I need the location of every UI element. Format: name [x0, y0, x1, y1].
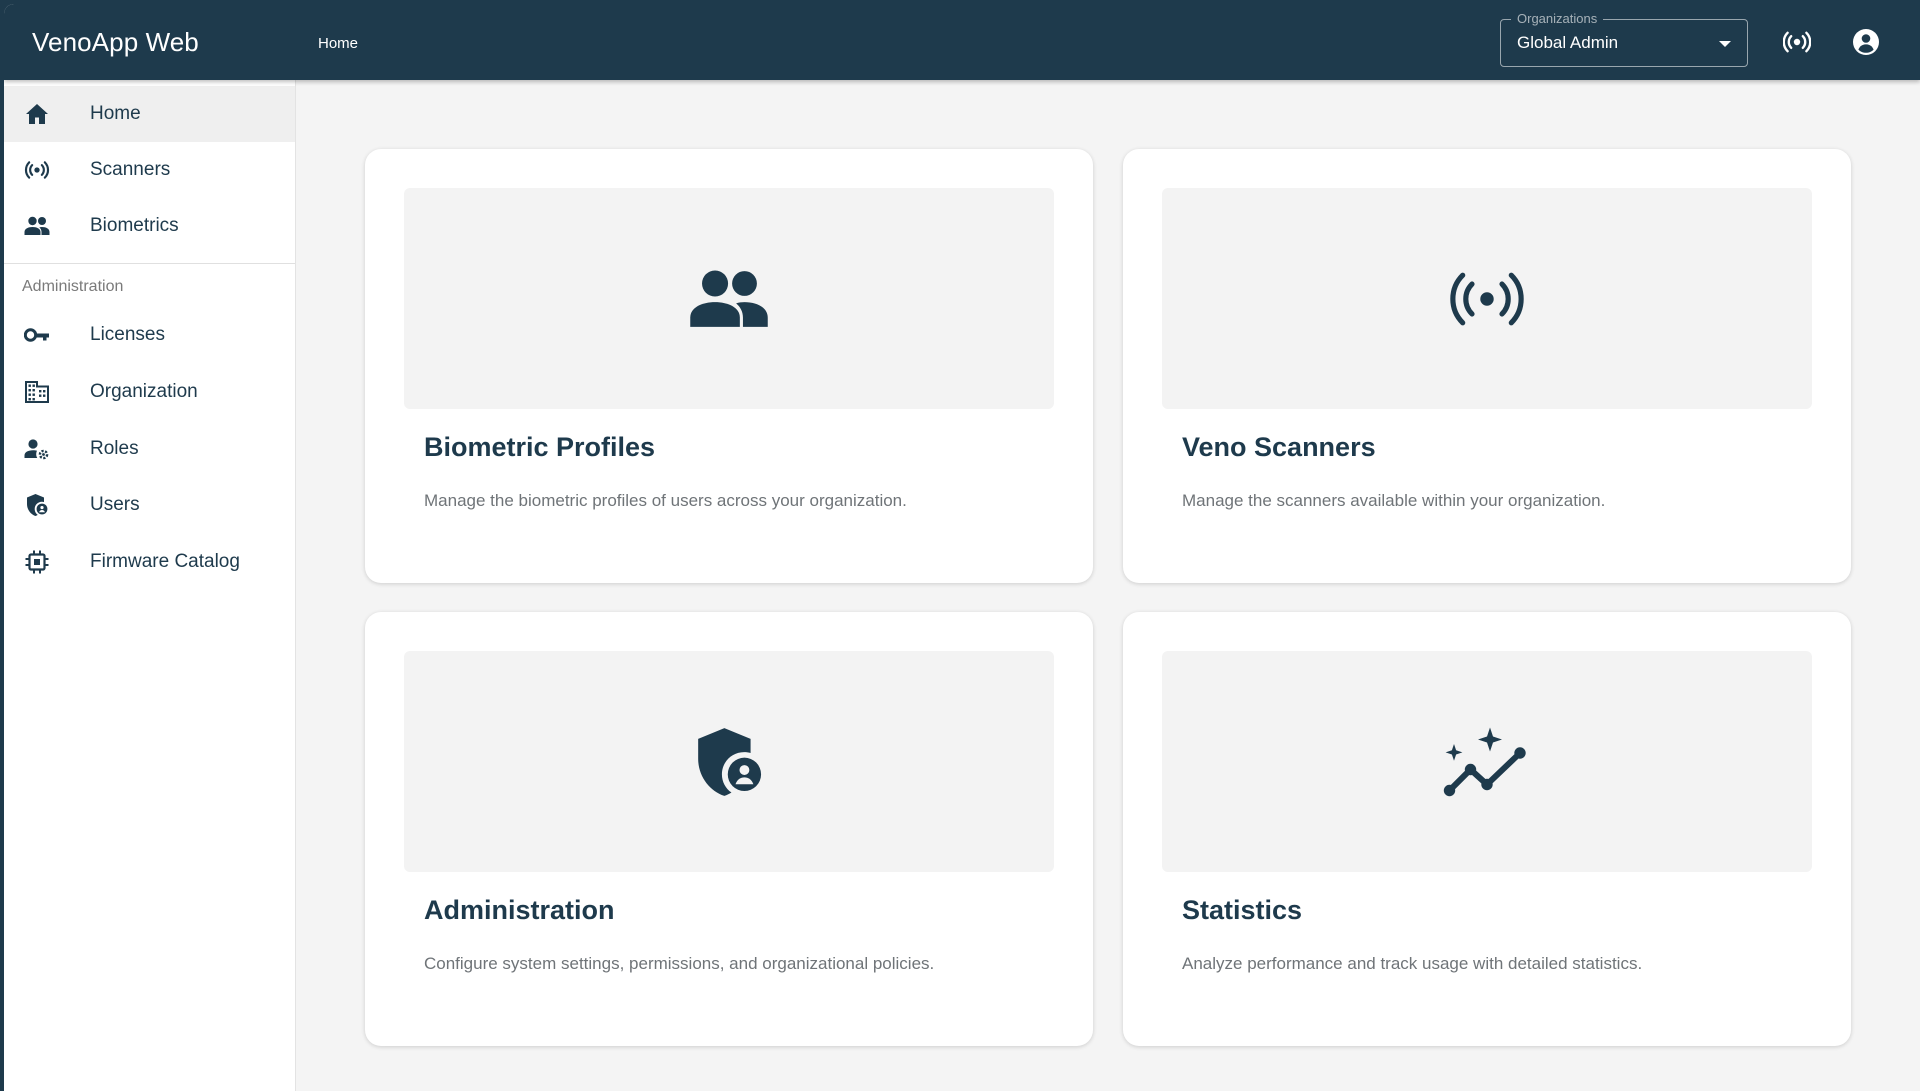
sidebar-item-licenses[interactable]: Licenses — [4, 307, 295, 363]
sidebar-item-label: Biometrics — [90, 215, 179, 236]
sidebar-item-label: Roles — [90, 438, 139, 459]
card-title: Statistics — [1182, 895, 1303, 925]
sidebar-item-label: Organization — [90, 381, 198, 402]
sidebar-item-label: Home — [90, 103, 141, 124]
app-window: VenoApp Web Home Organizations Global Ad… — [4, 4, 1920, 1091]
home-icon — [24, 102, 50, 126]
sensors-icon — [1444, 268, 1530, 330]
card-media — [404, 651, 1054, 872]
person-gear-icon — [24, 437, 50, 461]
sidebar-nav: Home Scanners Biometrics Administration … — [4, 80, 296, 1091]
card-administration[interactable]: Administration Configure system settings… — [365, 612, 1093, 1046]
organization-select-value: Global Admin — [1517, 33, 1619, 52]
admin-shield-icon — [24, 493, 50, 517]
people-icon — [24, 214, 50, 238]
scanner-status-button[interactable] — [1781, 26, 1813, 58]
card-description: Analyze performance and track usage with… — [1182, 954, 1643, 973]
insights-icon — [1441, 726, 1533, 798]
card-media — [404, 188, 1054, 409]
card-title: Administration — [424, 895, 615, 925]
sensors-icon — [1783, 30, 1811, 54]
dropdown-arrow-icon — [1719, 41, 1731, 47]
sidebar-item-roles[interactable]: Roles — [4, 421, 295, 477]
sidebar-item-organization[interactable]: Organization — [4, 364, 295, 420]
account-circle-icon — [1852, 28, 1880, 56]
top-app-bar: VenoApp Web Home Organizations Global Ad… — [4, 4, 1920, 80]
sidebar-item-label: Firmware Catalog — [90, 551, 240, 572]
card-statistics[interactable]: Statistics Analyze performance and track… — [1123, 612, 1851, 1046]
admin-shield-icon — [691, 725, 767, 799]
card-veno-scanners[interactable]: Veno Scanners Manage the scanners availa… — [1123, 149, 1851, 583]
card-description: Manage the biometric profiles of users a… — [424, 491, 907, 510]
card-biometric-profiles[interactable]: Biometric Profiles Manage the biometric … — [365, 149, 1093, 583]
sidebar-item-label: Scanners — [90, 159, 171, 180]
app-title: VenoApp Web — [32, 27, 199, 57]
organization-select[interactable]: Organizations Global Admin — [1500, 11, 1748, 67]
sidebar-section-title: Administration — [22, 278, 124, 295]
card-media — [1162, 188, 1812, 409]
sidebar-item-home[interactable]: Home — [4, 86, 295, 142]
account-button[interactable] — [1850, 26, 1882, 58]
card-description: Manage the scanners available within you… — [1182, 491, 1606, 510]
key-icon — [24, 323, 50, 347]
sensors-icon — [24, 158, 50, 182]
sidebar-item-firmware-catalog[interactable]: Firmware Catalog — [4, 534, 295, 590]
organization-select-label: Organizations — [1511, 11, 1604, 27]
sidebar-item-users[interactable]: Users — [4, 477, 295, 533]
sidebar-item-biometrics[interactable]: Biometrics — [4, 198, 295, 254]
card-description: Configure system settings, permissions, … — [424, 954, 935, 973]
sidebar-divider — [4, 263, 295, 264]
breadcrumb-home-link[interactable]: Home — [318, 34, 358, 54]
card-title: Biometric Profiles — [424, 432, 656, 462]
card-media — [1162, 651, 1812, 872]
card-title: Veno Scanners — [1182, 432, 1376, 462]
sidebar-item-label: Users — [90, 494, 140, 515]
sidebar-item-label: Licenses — [90, 324, 165, 345]
sidebar-item-scanners[interactable]: Scanners — [4, 142, 295, 198]
building-icon — [24, 380, 50, 404]
chip-icon — [24, 550, 50, 574]
people-icon — [683, 268, 775, 330]
